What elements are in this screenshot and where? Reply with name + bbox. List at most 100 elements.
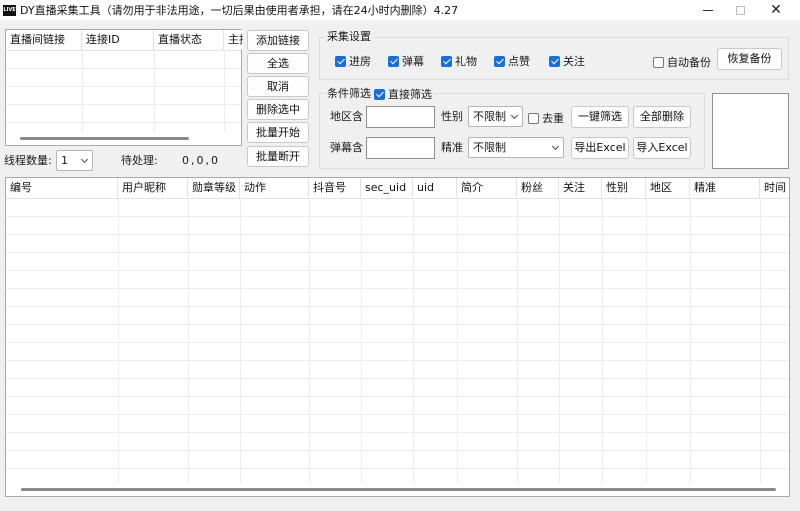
col-nickname[interactable]: 用户昵称 bbox=[118, 178, 188, 198]
like-checkbox[interactable]: 点赞 bbox=[494, 53, 530, 69]
col-badge-level[interactable]: 勋章等级 bbox=[188, 178, 240, 198]
gender-label: 性别 bbox=[441, 110, 463, 123]
maximize-icon bbox=[735, 5, 745, 15]
row-divider bbox=[6, 414, 789, 415]
select-all-button[interactable]: 全选 bbox=[247, 53, 309, 74]
col-divider bbox=[240, 198, 241, 483]
col-gender[interactable]: 性别 bbox=[602, 178, 646, 198]
checkbox-unchecked-icon bbox=[653, 56, 664, 68]
col-divider bbox=[361, 198, 362, 483]
chevron-down-icon bbox=[551, 142, 560, 151]
direct-filter-checkbox[interactable]: 直接筛选 bbox=[374, 86, 434, 102]
restore-backup-button[interactable]: 恢复备份 bbox=[717, 48, 782, 70]
row-divider bbox=[6, 252, 789, 253]
room-list-scrollbar[interactable] bbox=[20, 137, 189, 140]
col-douyin-id[interactable]: 抖音号 bbox=[309, 178, 361, 198]
danmu-contains-input[interactable] bbox=[366, 137, 435, 159]
col-divider bbox=[118, 198, 119, 483]
row-divider bbox=[6, 432, 789, 433]
col-divider bbox=[224, 50, 225, 132]
checkbox-checked-icon bbox=[388, 55, 399, 67]
add-link-button[interactable]: 添加链接 bbox=[247, 30, 309, 51]
gift-checkbox[interactable]: 礼物 bbox=[441, 53, 477, 69]
room-col-status[interactable]: 直播状态 bbox=[154, 30, 224, 50]
follow-label: 关注 bbox=[563, 55, 585, 68]
row-divider bbox=[6, 288, 789, 289]
col-divider bbox=[82, 50, 83, 132]
results-horizontal-scrollbar[interactable] bbox=[21, 488, 776, 491]
export-excel-button[interactable]: 导出Excel bbox=[571, 137, 629, 159]
col-number[interactable]: 编号 bbox=[6, 178, 118, 198]
col-following[interactable]: 关注 bbox=[559, 178, 602, 198]
thread-count-value: 1 bbox=[61, 154, 68, 167]
window-title: DY直播采集工具（请勿用于非法用途，一切后果由使用者承担，请在24小时内删除）4… bbox=[20, 4, 459, 17]
col-divider bbox=[413, 198, 414, 483]
region-label: 地区含 bbox=[330, 110, 363, 123]
region-input[interactable] bbox=[366, 106, 435, 128]
results-table[interactable]: 编号 用户昵称 勋章等级 动作 抖音号 sec_uid uid 简介 粉丝 关注… bbox=[5, 177, 790, 497]
batch-start-button[interactable]: 批量开始 bbox=[247, 122, 309, 143]
room-col-host[interactable]: 主持 bbox=[224, 30, 243, 50]
one-click-filter-button[interactable]: 一键筛选 bbox=[571, 106, 629, 128]
follow-checkbox[interactable]: 关注 bbox=[549, 53, 585, 69]
thread-count-label: 线程数量: bbox=[4, 154, 52, 167]
dedupe-checkbox[interactable]: 去重 bbox=[528, 110, 564, 126]
row-divider bbox=[6, 270, 789, 271]
row-divider bbox=[6, 50, 241, 51]
row-divider bbox=[6, 68, 241, 69]
col-precise[interactable]: 精准 bbox=[690, 178, 760, 198]
close-button[interactable]: ✕ bbox=[758, 0, 794, 20]
dedupe-label: 去重 bbox=[542, 112, 564, 125]
col-divider bbox=[457, 198, 458, 483]
col-bio[interactable]: 简介 bbox=[457, 178, 517, 198]
row-divider bbox=[6, 306, 789, 307]
row-divider bbox=[6, 234, 789, 235]
delete-all-button[interactable]: 全部删除 bbox=[633, 106, 691, 128]
enter-room-checkbox[interactable]: 进房 bbox=[335, 53, 371, 69]
auto-backup-label: 自动备份 bbox=[667, 56, 711, 69]
pending-label: 待处理: bbox=[121, 154, 158, 167]
precise-select[interactable]: 不限制 bbox=[468, 137, 564, 158]
col-divider bbox=[154, 50, 155, 132]
filter-title: 条件筛选 bbox=[325, 87, 373, 100]
room-list-table[interactable]: 直播间链接 连接ID 直播状态 主持 bbox=[5, 29, 243, 146]
batch-stop-button[interactable]: 批量断开 bbox=[247, 146, 309, 167]
app-logo-icon: LIVE bbox=[3, 4, 16, 16]
minimize-button[interactable] bbox=[690, 0, 726, 20]
room-col-link[interactable]: 直播间链接 bbox=[6, 30, 82, 50]
room-col-conn-id[interactable]: 连接ID bbox=[82, 30, 154, 50]
col-sec-uid[interactable]: sec_uid bbox=[361, 178, 413, 198]
col-fans[interactable]: 粉丝 bbox=[517, 178, 559, 198]
row-divider bbox=[6, 378, 789, 379]
col-action[interactable]: 动作 bbox=[240, 178, 309, 198]
precise-value: 不限制 bbox=[473, 141, 506, 154]
gender-value: 不限制 bbox=[473, 110, 506, 123]
thread-count-select[interactable]: 1 bbox=[56, 150, 93, 171]
gift-label: 礼物 bbox=[455, 55, 477, 68]
gender-select[interactable]: 不限制 bbox=[468, 106, 523, 127]
col-time[interactable]: 时间 bbox=[760, 178, 789, 198]
chevron-down-icon bbox=[510, 111, 519, 120]
col-divider bbox=[188, 198, 189, 483]
row-divider bbox=[6, 342, 789, 343]
col-divider bbox=[517, 198, 518, 483]
col-region[interactable]: 地区 bbox=[646, 178, 690, 198]
row-divider bbox=[6, 122, 241, 123]
delete-selected-button[interactable]: 删除选中 bbox=[247, 99, 309, 120]
row-divider bbox=[6, 324, 789, 325]
row-divider bbox=[6, 396, 789, 397]
danmu-contains-label: 弹幕含 bbox=[330, 141, 363, 154]
close-icon: ✕ bbox=[770, 2, 782, 18]
col-divider bbox=[602, 198, 603, 483]
direct-filter-label: 直接筛选 bbox=[388, 88, 432, 101]
maximize-button[interactable] bbox=[722, 0, 758, 20]
enter-room-label: 进房 bbox=[349, 55, 371, 68]
cancel-button[interactable]: 取消 bbox=[247, 76, 309, 97]
row-divider bbox=[6, 86, 241, 87]
checkbox-checked-icon bbox=[374, 88, 385, 100]
col-uid[interactable]: uid bbox=[413, 178, 457, 198]
chevron-down-icon bbox=[80, 155, 89, 164]
auto-backup-checkbox[interactable]: 自动备份 bbox=[653, 54, 711, 70]
import-excel-button[interactable]: 导入Excel bbox=[633, 137, 691, 159]
danmu-checkbox[interactable]: 弹幕 bbox=[388, 53, 424, 69]
